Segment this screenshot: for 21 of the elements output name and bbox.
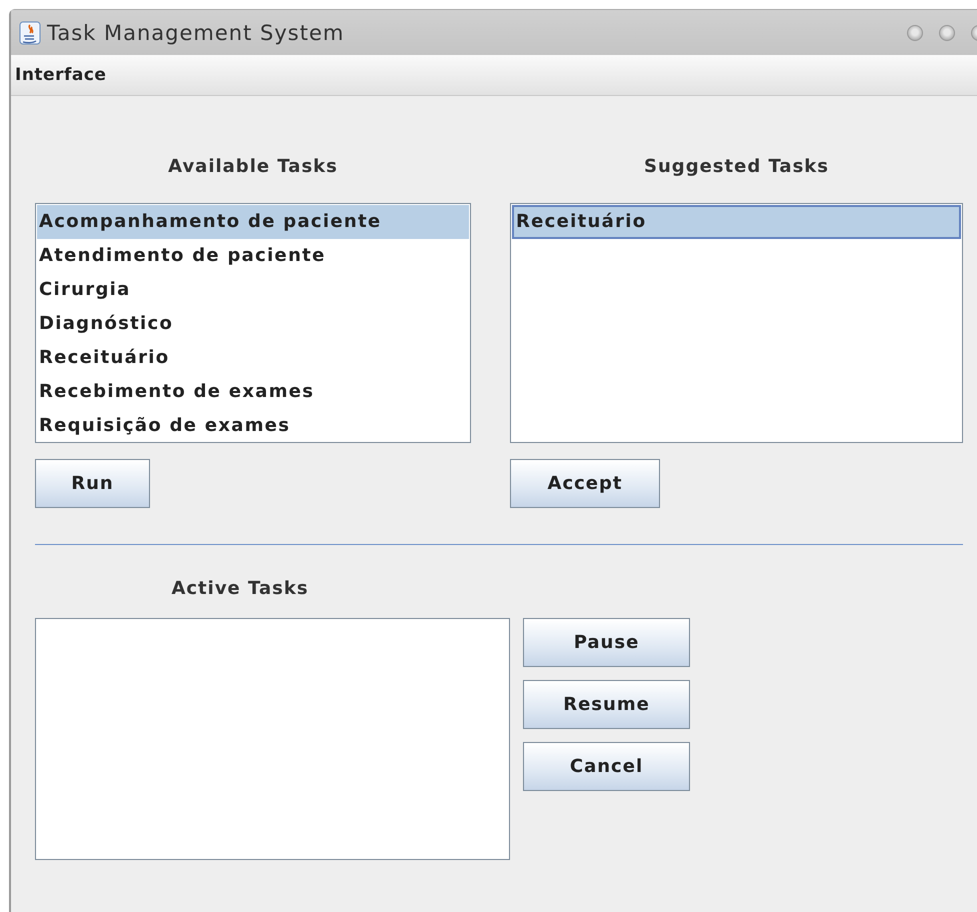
list-heading: Available Tasks (167, 156, 339, 179)
list-item[interactable]: Diagnóstico (37, 307, 469, 341)
maximize-icon[interactable] (939, 24, 955, 40)
window-title: Task Management System (47, 20, 344, 44)
list-item[interactable]: Cirurgia (37, 273, 469, 307)
task-button[interactable]: Pause (523, 618, 690, 667)
list-item[interactable]: Acompanhamento de paciente (37, 205, 469, 239)
run-button[interactable]: Run (35, 459, 150, 508)
task-button[interactable]: Cancel (523, 742, 690, 791)
task-button[interactable]: Resume (523, 680, 690, 729)
list-heading: Active Tasks (170, 578, 310, 601)
list-item[interactable]: Requisição de exames (37, 409, 469, 443)
accept-button[interactable]: Accept (510, 459, 660, 508)
list-item[interactable]: Receituário (512, 205, 961, 239)
list-heading: Suggested Tasks (643, 156, 830, 179)
list-item[interactable]: Receituário (37, 341, 469, 375)
menu-item[interactable]: Interface (13, 65, 108, 85)
list-item[interactable]: Atendimento de paciente (37, 239, 469, 273)
app-icon (19, 20, 41, 44)
minimize-icon[interactable] (907, 24, 923, 40)
list-item[interactable]: Recebimento de exames (37, 375, 469, 409)
